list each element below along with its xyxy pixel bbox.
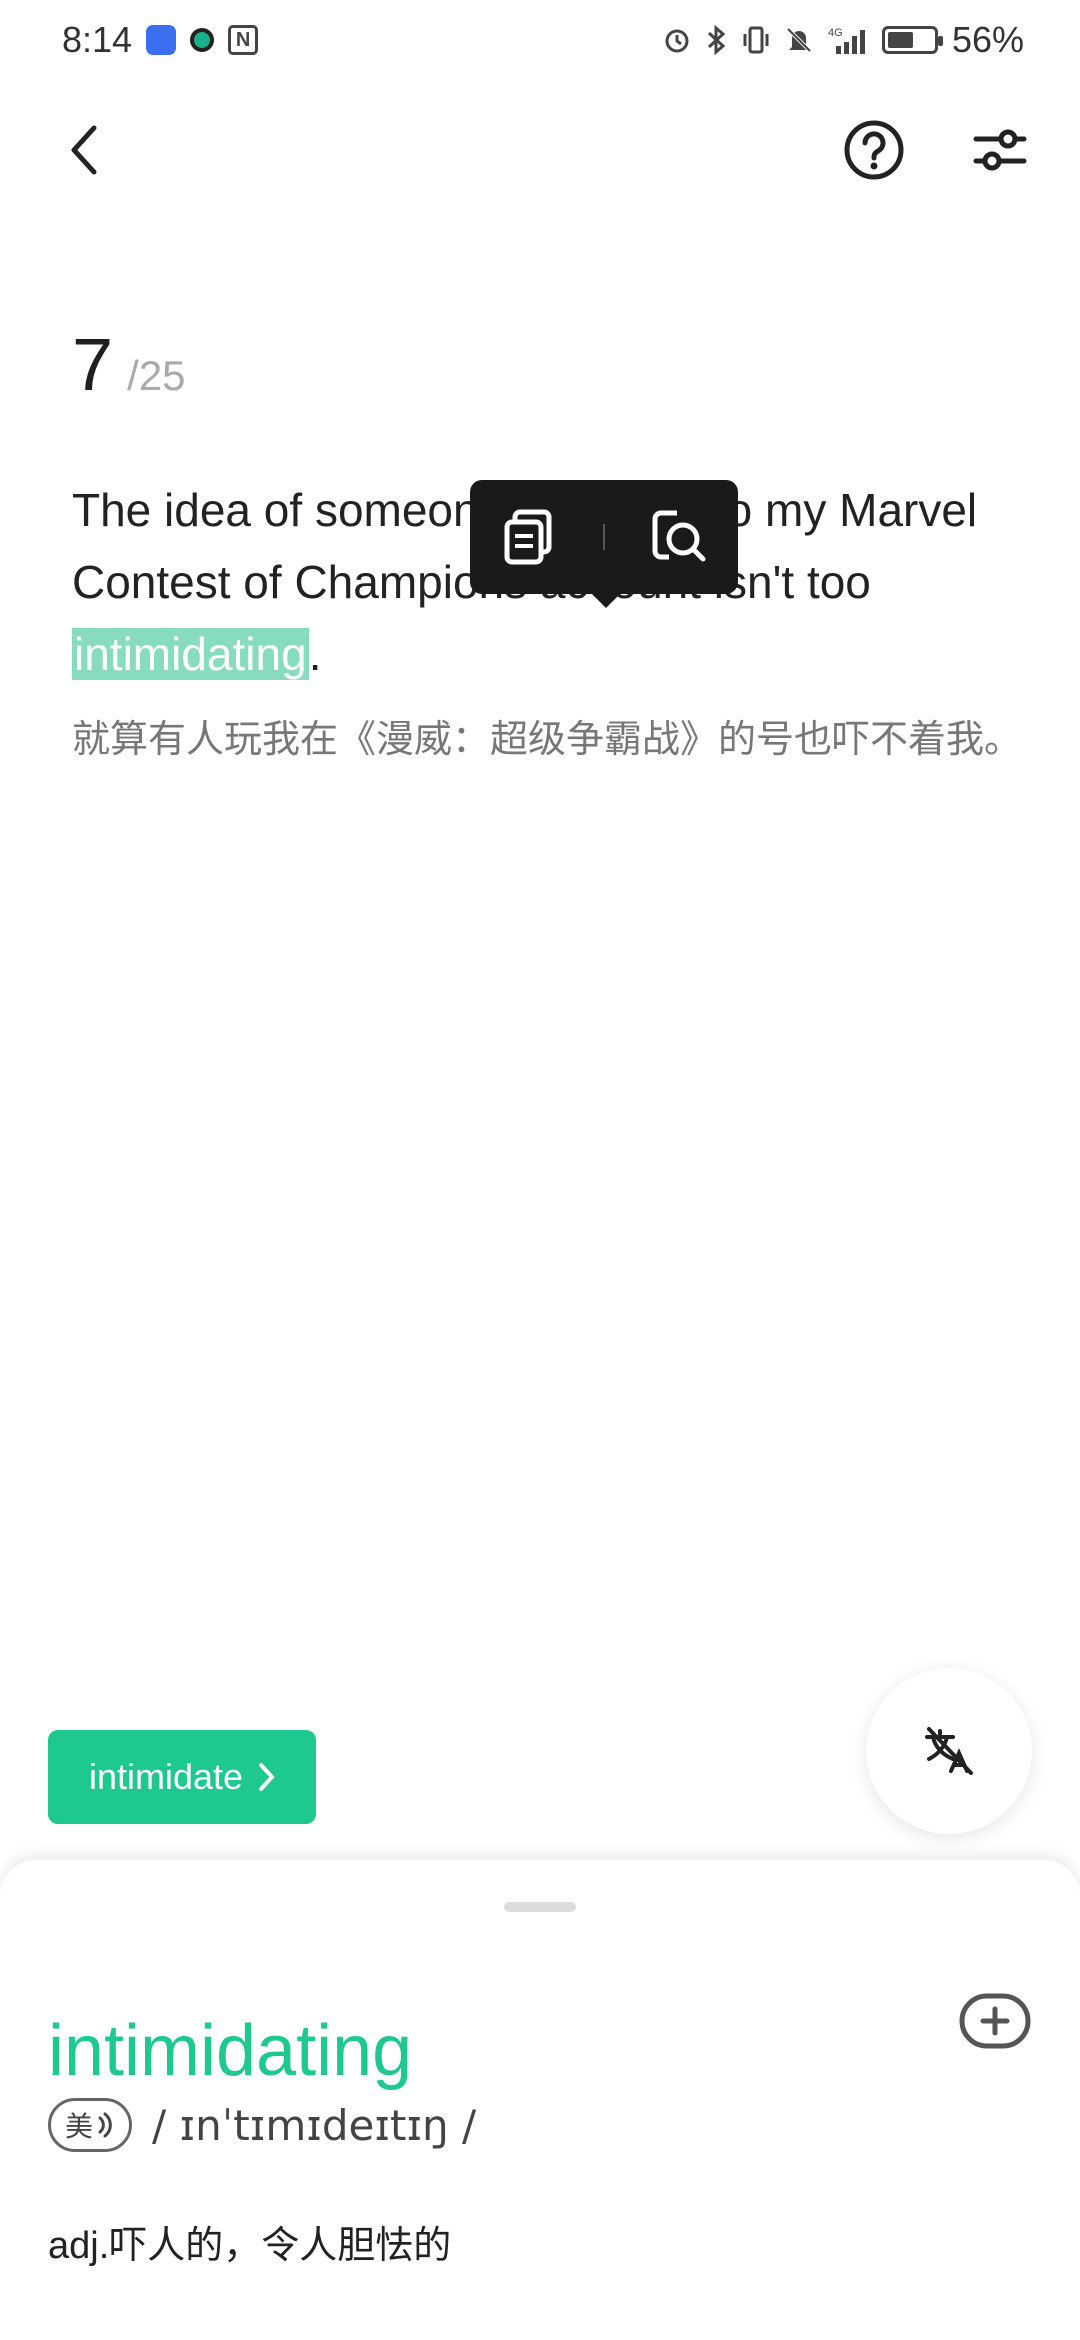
question-circle-icon [844,120,904,180]
sentence-after: . [308,628,322,680]
signal-4g-icon: 4G [828,24,868,56]
svg-text:4G: 4G [828,27,843,39]
bluetooth-icon [706,24,728,56]
popup-divider [602,524,605,550]
translation-toggle-button[interactable] [866,1668,1032,1834]
translation-off-icon [925,1727,973,1775]
phonetic-transcription: / ɪnˈtɪmɪdeɪtɪŋ / [152,2100,477,2150]
status-bar: 8:14 N 4G 56% [0,0,1080,80]
word-definition: adj.吓人的，令人胆怯的 [48,2225,452,2267]
app-green-icon [190,28,215,52]
progress-counter: 7 /25 [72,322,186,407]
nfc-icon: N [228,25,259,55]
copy-button[interactable] [484,492,574,582]
app-blue-icon [146,25,177,55]
plus-icon [959,1993,1031,2049]
accent-label: 美 [64,2111,93,2142]
status-bar-right: 4G 56% [662,19,1024,61]
battery-icon [881,26,943,54]
sheet-drag-handle[interactable] [504,1902,576,1912]
chevron-right-icon [259,1763,275,1791]
progress-current: 7 [72,323,114,406]
sliders-icon [973,129,1027,171]
mute-icon [784,25,814,55]
alarm-icon [662,25,692,55]
battery-fill [887,32,913,48]
lemma-label: intimidate [88,1756,244,1797]
lookup-button[interactable] [634,492,724,582]
battery-percent: 56% [951,19,1024,60]
word-detail-sheet: intimidating 美 / ɪnˈtɪmɪdeɪtɪŋ / adj.吓人的… [0,1860,1080,2340]
selection-popup [470,480,738,608]
highlighted-word[interactable]: intimidating [72,628,309,680]
pronunciation-button[interactable]: 美 [48,2098,132,2152]
back-button[interactable] [52,118,116,182]
add-word-button[interactable] [956,1990,1034,2052]
top-bar [0,100,1080,200]
vibrate-icon [742,24,770,56]
settings-button[interactable] [966,116,1034,184]
pronunciation-row: 美 / ɪnˈtɪmɪdeɪtɪŋ / [48,2098,476,2152]
status-time: 8:14 [62,19,133,60]
lemma-button[interactable]: intimidate [48,1730,316,1824]
chevron-left-icon [71,125,97,175]
sentence-translation: 就算有人玩我在《漫威：超级争霸战》的号也吓不着我。 [72,719,1023,761]
status-bar-left: 8:14 N [62,19,259,61]
help-button[interactable] [840,116,908,184]
copy-icon [504,509,552,565]
progress-total: /25 [127,352,186,399]
search-document-icon [652,510,706,562]
word-title: intimidating [48,2011,413,2091]
speaker-icon [98,2112,112,2138]
